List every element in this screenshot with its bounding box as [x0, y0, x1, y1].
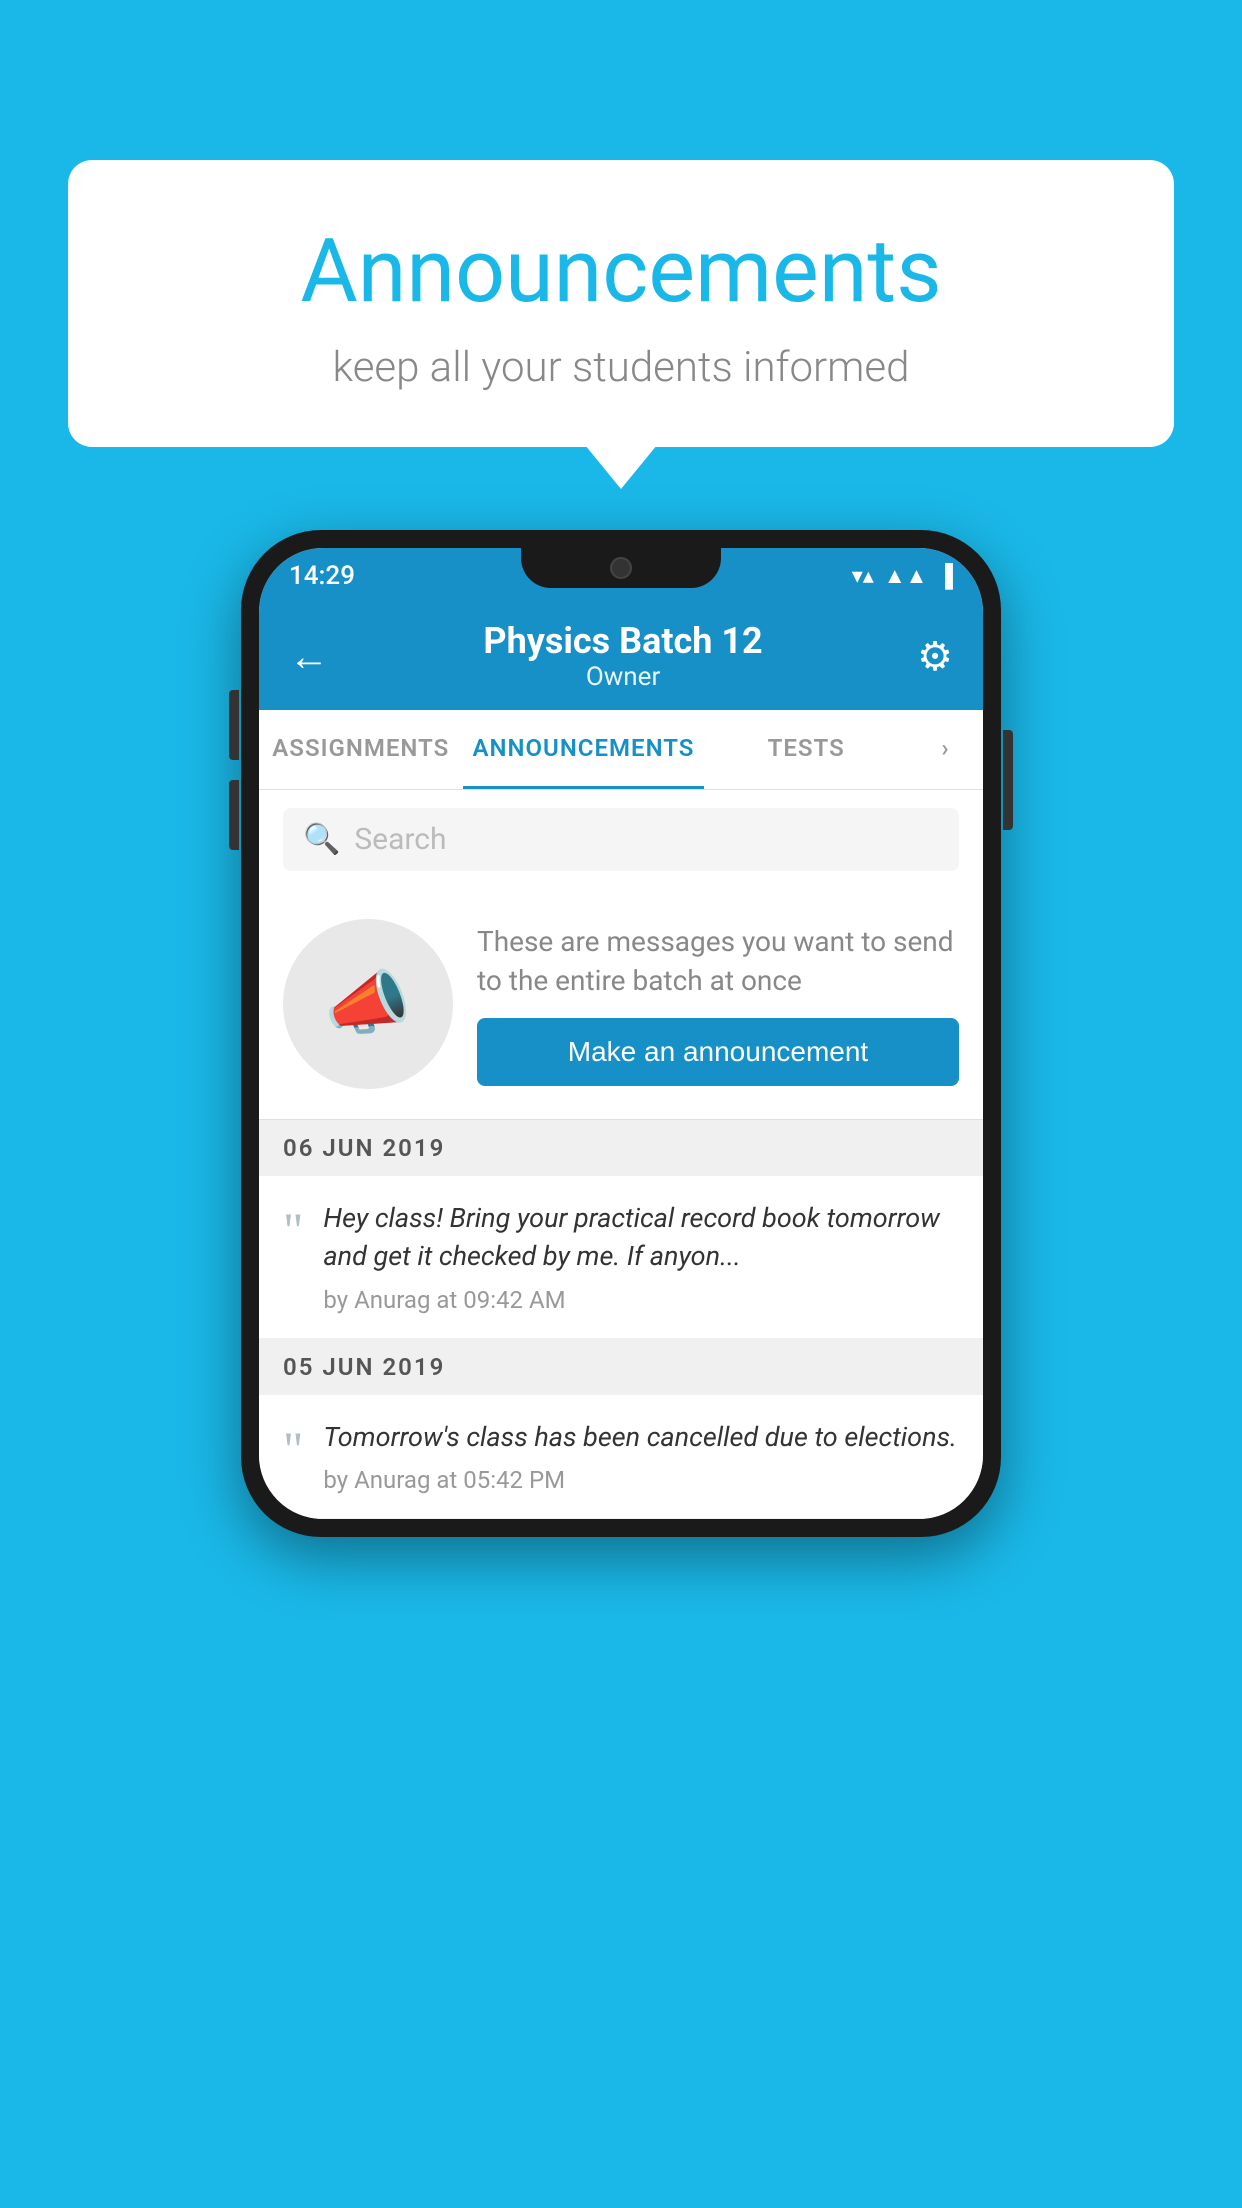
quote-icon-2: "	[283, 1419, 303, 1469]
phone-notch	[521, 548, 721, 588]
announcement-text-2: Tomorrow's class has been cancelled due …	[323, 1419, 959, 1457]
date-label-1: 06 JUN 2019	[283, 1134, 445, 1162]
search-container: 🔍 Search	[259, 790, 983, 889]
header-title-area: Physics Batch 12 Owner	[329, 620, 917, 692]
announcement-item-1[interactable]: " Hey class! Bring your practical record…	[259, 1176, 983, 1339]
promo-text: These are messages you want to send to t…	[477, 922, 959, 1000]
date-divider-2: 05 JUN 2019	[259, 1339, 983, 1395]
phone-mockup: 14:29 ▾▴ ▲▲ ▐ ← Physics Batch 12 Owner ⚙…	[241, 530, 1001, 1537]
quote-icon-1: "	[283, 1200, 303, 1250]
app-header: ← Physics Batch 12 Owner ⚙	[259, 604, 983, 710]
phone-screen: 14:29 ▾▴ ▲▲ ▐ ← Physics Batch 12 Owner ⚙…	[259, 548, 983, 1519]
front-camera	[610, 557, 632, 579]
volume-up-button	[229, 690, 239, 760]
back-button[interactable]: ←	[289, 633, 329, 680]
settings-icon[interactable]: ⚙	[917, 633, 953, 680]
speech-bubble-section: Announcements keep all your students inf…	[68, 160, 1174, 447]
announcement-meta-2: by Anurag at 05:42 PM	[323, 1466, 959, 1494]
make-announcement-button[interactable]: Make an announcement	[477, 1018, 959, 1086]
tab-announcements[interactable]: ANNOUNCEMENTS	[463, 710, 705, 789]
signal-icon: ▲▲	[884, 563, 928, 589]
tab-assignments[interactable]: ASSIGNMENTS	[259, 710, 463, 789]
announcement-meta-1: by Anurag at 09:42 AM	[323, 1286, 959, 1314]
header-batch-name: Physics Batch 12	[329, 620, 917, 662]
search-placeholder: Search	[354, 822, 446, 857]
megaphone-icon: 📣	[324, 963, 411, 1045]
tabs-container: ASSIGNMENTS ANNOUNCEMENTS TESTS ›	[259, 710, 983, 790]
header-role: Owner	[329, 662, 917, 692]
wifi-icon: ▾▴	[852, 564, 874, 589]
phone-outer: 14:29 ▾▴ ▲▲ ▐ ← Physics Batch 12 Owner ⚙…	[241, 530, 1001, 1537]
bubble-title: Announcements	[118, 220, 1124, 323]
volume-down-button	[229, 780, 239, 850]
date-divider-1: 06 JUN 2019	[259, 1120, 983, 1176]
status-time: 14:29	[289, 561, 355, 591]
bubble-subtitle: keep all your students informed	[118, 343, 1124, 392]
tab-tests[interactable]: TESTS	[704, 710, 908, 789]
power-button	[1003, 730, 1013, 830]
search-bar[interactable]: 🔍 Search	[283, 808, 959, 871]
announcement-content-2: Tomorrow's class has been cancelled due …	[323, 1419, 959, 1495]
tab-more[interactable]: ›	[908, 710, 983, 789]
speech-bubble-card: Announcements keep all your students inf…	[68, 160, 1174, 447]
battery-icon: ▐	[937, 563, 953, 589]
promo-icon-circle: 📣	[283, 919, 453, 1089]
announcement-text-1: Hey class! Bring your practical record b…	[323, 1200, 959, 1276]
search-icon: 🔍	[303, 822, 340, 857]
promo-section: 📣 These are messages you want to send to…	[259, 889, 983, 1120]
announcement-item-2[interactable]: " Tomorrow's class has been cancelled du…	[259, 1395, 983, 1520]
status-icons: ▾▴ ▲▲ ▐	[852, 563, 953, 589]
announcement-content-1: Hey class! Bring your practical record b…	[323, 1200, 959, 1314]
date-label-2: 05 JUN 2019	[283, 1353, 445, 1381]
promo-right: These are messages you want to send to t…	[477, 922, 959, 1086]
